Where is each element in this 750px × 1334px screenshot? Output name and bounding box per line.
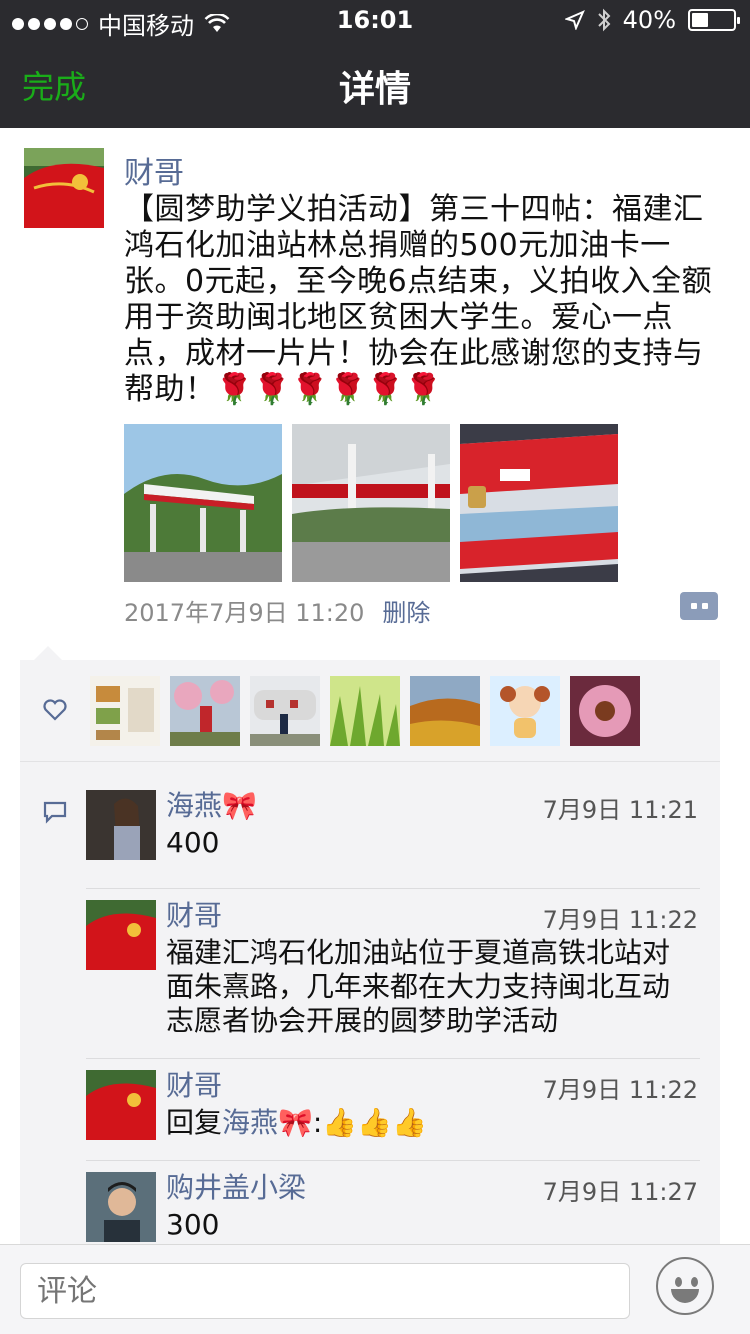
battery-percent: 40% bbox=[622, 6, 676, 34]
reply-prefix: 回复 bbox=[166, 1106, 223, 1139]
more-actions-button[interactable] bbox=[680, 592, 718, 620]
status-bar: 中国移动 16:01 40% bbox=[0, 0, 750, 40]
post-photo[interactable] bbox=[124, 424, 282, 582]
location-arrow-icon bbox=[564, 10, 585, 30]
liker-avatar[interactable] bbox=[250, 676, 320, 746]
panel-arrow bbox=[34, 646, 62, 660]
interaction-panel: 海燕🎀 7月9日 11:21 400 财哥 7月9日 11:22 福建汇鸿石化加… bbox=[20, 660, 720, 1244]
commenter-avatar[interactable] bbox=[86, 790, 156, 860]
battery-icon bbox=[688, 9, 740, 31]
commenter-avatar[interactable] bbox=[86, 1070, 156, 1140]
post-author-name[interactable]: 财哥 bbox=[124, 148, 184, 192]
commenter-avatar[interactable] bbox=[86, 900, 156, 970]
commenter-avatar[interactable] bbox=[86, 1172, 156, 1242]
post-text: 【圆梦助学义拍活动】第三十四帖：福建汇鸿石化加油站林总捐赠的500元加油卡一张。… bbox=[124, 192, 713, 407]
comment-item[interactable]: 财哥 7月9日 11:22 回复海燕🎀:👍👍👍 bbox=[86, 1058, 700, 1160]
post-photo[interactable] bbox=[460, 424, 618, 582]
commenter-name[interactable]: 财哥 bbox=[166, 1064, 222, 1104]
liker-avatar[interactable] bbox=[410, 676, 480, 746]
comment-time: 7月9日 11:27 bbox=[542, 1178, 698, 1206]
comment-icon bbox=[43, 801, 67, 824]
likes-row bbox=[20, 660, 720, 762]
moment-post: 财哥 【圆梦助学义拍活动】第三十四帖：福建汇鸿石化加油站林总捐赠的500元加油卡… bbox=[0, 128, 750, 1244]
comment-text: 福建汇鸿石化加油站位于夏道高铁北站对面朱熹路，几年来都在大力支持闽北互动志愿者协… bbox=[166, 936, 671, 1037]
comment-divider bbox=[86, 888, 700, 889]
comment-time: 7月9日 11:22 bbox=[542, 906, 698, 934]
post-photo[interactable] bbox=[292, 424, 450, 582]
comment-text: 300 bbox=[166, 1208, 220, 1241]
comment-input-bar bbox=[0, 1244, 750, 1334]
author-avatar[interactable] bbox=[24, 148, 104, 228]
liker-avatar[interactable] bbox=[90, 676, 160, 746]
reply-target-name[interactable]: 海燕🎀 bbox=[222, 1106, 313, 1139]
comment-divider bbox=[86, 1160, 700, 1161]
commenter-name[interactable]: 购井盖小梁 bbox=[166, 1166, 306, 1206]
delete-button[interactable]: 删除 bbox=[382, 599, 430, 627]
top-bar: 中国移动 16:01 40% 完成 详情 bbox=[0, 0, 750, 128]
comment-time: 7月9日 11:22 bbox=[542, 1076, 698, 1104]
liker-avatar[interactable] bbox=[330, 676, 400, 746]
page-title: 详情 bbox=[338, 69, 411, 110]
liker-avatar[interactable] bbox=[490, 676, 560, 746]
comment-text: 400 bbox=[166, 826, 220, 859]
nav-bar: 完成 详情 bbox=[0, 40, 750, 128]
commenter-name[interactable]: 海燕🎀 bbox=[166, 784, 257, 824]
emoji-button[interactable] bbox=[656, 1257, 714, 1315]
comment-divider bbox=[86, 1058, 700, 1059]
comment-item[interactable]: 海燕🎀 7月9日 11:21 400 bbox=[86, 789, 700, 890]
post-timestamp: 2017年7月9日 11:20 bbox=[124, 599, 365, 627]
comment-text: 回复海燕🎀:👍👍👍 bbox=[166, 1106, 696, 1140]
bluetooth-icon bbox=[597, 8, 611, 32]
heart-icon bbox=[43, 699, 67, 721]
commenter-name[interactable]: 财哥 bbox=[166, 894, 222, 934]
comment-input[interactable] bbox=[20, 1263, 630, 1319]
comment-time: 7月9日 11:21 bbox=[542, 796, 698, 824]
comment-item[interactable]: 购井盖小梁 7月9日 11:27 300 bbox=[86, 1160, 700, 1244]
liker-avatar[interactable] bbox=[570, 676, 640, 746]
liker-avatar[interactable] bbox=[170, 676, 240, 746]
comment-item[interactable]: 财哥 7月9日 11:22 福建汇鸿石化加油站位于夏道高铁北站对面朱熹路，几年来… bbox=[86, 888, 700, 1060]
post-meta: 2017年7月9日 11:20 删除 bbox=[124, 593, 430, 628]
reply-text: :👍👍👍 bbox=[312, 1106, 427, 1139]
photo-grid bbox=[124, 424, 618, 582]
